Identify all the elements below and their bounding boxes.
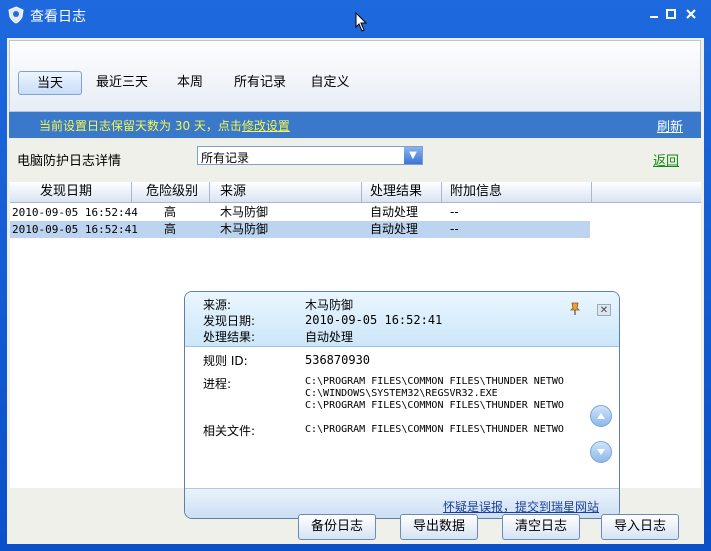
process-path: C:\PROGRAM FILES\COMMON FILES\THUNDER NE… <box>305 400 564 411</box>
cell-result: 自动处理 <box>370 205 419 219</box>
cell-source: 木马防御 <box>220 222 269 236</box>
source-value: 木马防御 <box>305 298 354 312</box>
main-panel: 当天 最近三天 本周 所有记录 自定义 当前设置日志保留天数为 30 天，点击修… <box>7 38 704 544</box>
cell-extra: -- <box>450 222 459 236</box>
tab-custom[interactable]: 自定义 <box>308 71 352 95</box>
mouse-cursor-icon <box>355 12 368 32</box>
table-header: 发现日期 危险级别 来源 处理结果 附加信息 <box>10 182 701 203</box>
select-value: 所有记录 <box>201 151 250 165</box>
date-range-tabs: 当天 最近三天 本周 所有记录 自定义 <box>9 40 701 112</box>
log-viewer-window: 查看日志 当天 最近三天 本周 所有记录 自定义 当前设置日志保留天数为 30 … <box>0 0 711 551</box>
related-files-label: 相关文件: <box>203 424 256 438</box>
close-icon <box>686 9 696 19</box>
date-value: 2010-09-05 16:52:41 <box>305 313 443 327</box>
cell-date: 2010-09-05 16:52:41 <box>12 223 138 236</box>
maximize-icon <box>666 9 676 19</box>
chevron-down-icon[interactable]: ▼ <box>404 147 422 164</box>
pin-icon[interactable] <box>569 302 581 316</box>
minimize-icon <box>650 16 658 18</box>
refresh-link[interactable]: 刷新 <box>657 116 683 135</box>
back-link[interactable]: 返回 <box>653 150 679 169</box>
column-header-result[interactable]: 处理结果 <box>362 182 442 202</box>
related-file-path: C:\PROGRAM FILES\COMMON FILES\THUNDER NE… <box>305 424 564 435</box>
column-header-source[interactable]: 来源 <box>210 182 362 202</box>
process-path: C:\WINDOWS\SYSTEM32\REGSVR32.EXE <box>305 388 498 399</box>
import-log-button[interactable]: 导入日志 <box>601 514 679 540</box>
tab-last-three-days[interactable]: 最近三天 <box>92 71 152 95</box>
column-header-extra[interactable]: 附加信息 <box>442 182 592 202</box>
cell-result: 自动处理 <box>370 222 419 236</box>
retention-info-bar: 当前设置日志保留天数为 30 天，点击修改设置 刷新 <box>9 112 701 138</box>
retention-text: 当前设置日志保留天数为 30 天，点击修改设置 <box>39 117 290 134</box>
detail-header: 来源: 木马防御 发现日期: 2010-09-05 16:52:41 处理结果:… <box>185 292 619 347</box>
rule-id-value: 536870930 <box>305 353 371 367</box>
arrow-down-icon <box>597 449 605 455</box>
modify-settings-link[interactable]: 修改设置 <box>242 119 290 133</box>
cell-level: 高 <box>164 205 177 219</box>
close-button[interactable] <box>682 5 700 23</box>
retention-message: 当前设置日志保留天数为 30 天，点击 <box>39 119 242 133</box>
table-row[interactable]: 2010-09-05 16:52:44 高 木马防御 自动处理 -- <box>10 204 590 221</box>
process-path: C:\PROGRAM FILES\COMMON FILES\THUNDER NE… <box>305 376 564 387</box>
column-header-level[interactable]: 危险级别 <box>132 182 210 202</box>
close-icon[interactable]: ✕ <box>597 304 611 316</box>
window-title: 查看日志 <box>30 9 86 25</box>
log-detail-popup: 来源: 木马防御 发现日期: 2010-09-05 16:52:41 处理结果:… <box>184 291 620 519</box>
backup-log-button[interactable]: 备份日志 <box>298 514 376 540</box>
tab-all-records[interactable]: 所有记录 <box>232 71 288 95</box>
tab-today[interactable]: 当天 <box>18 71 82 95</box>
table-row-selected[interactable]: 2010-09-05 16:52:41 高 木马防御 自动处理 -- <box>10 221 590 238</box>
result-value: 自动处理 <box>305 330 354 344</box>
report-false-positive-link[interactable]: 怀疑是误报，提交到瑞星网站 <box>443 498 599 515</box>
filter-label: 电脑防护日志详情 <box>17 154 122 169</box>
rule-id-label: 规则 ID: <box>203 354 248 368</box>
column-header-date[interactable]: 发现日期 <box>10 182 132 202</box>
cell-extra: -- <box>450 205 459 219</box>
cell-date: 2010-09-05 16:52:44 <box>12 206 138 219</box>
minimize-button[interactable] <box>645 5 663 23</box>
result-label: 处理结果: <box>203 330 256 344</box>
arrow-up-icon <box>597 413 605 419</box>
scroll-down-button[interactable] <box>590 441 612 463</box>
scroll-up-button[interactable] <box>590 405 612 427</box>
tab-this-week[interactable]: 本周 <box>170 71 210 95</box>
maximize-button[interactable] <box>662 5 680 23</box>
source-label: 来源: <box>203 298 232 312</box>
cell-level: 高 <box>164 222 177 236</box>
date-label: 发现日期: <box>203 314 256 328</box>
clear-log-button[interactable]: 清空日志 <box>502 514 580 540</box>
export-data-button[interactable]: 导出数据 <box>400 514 478 540</box>
process-label: 进程: <box>203 377 232 391</box>
cell-source: 木马防御 <box>220 205 269 219</box>
record-filter-select[interactable]: 所有记录 ▼ <box>197 146 423 165</box>
shield-app-icon <box>8 6 24 24</box>
